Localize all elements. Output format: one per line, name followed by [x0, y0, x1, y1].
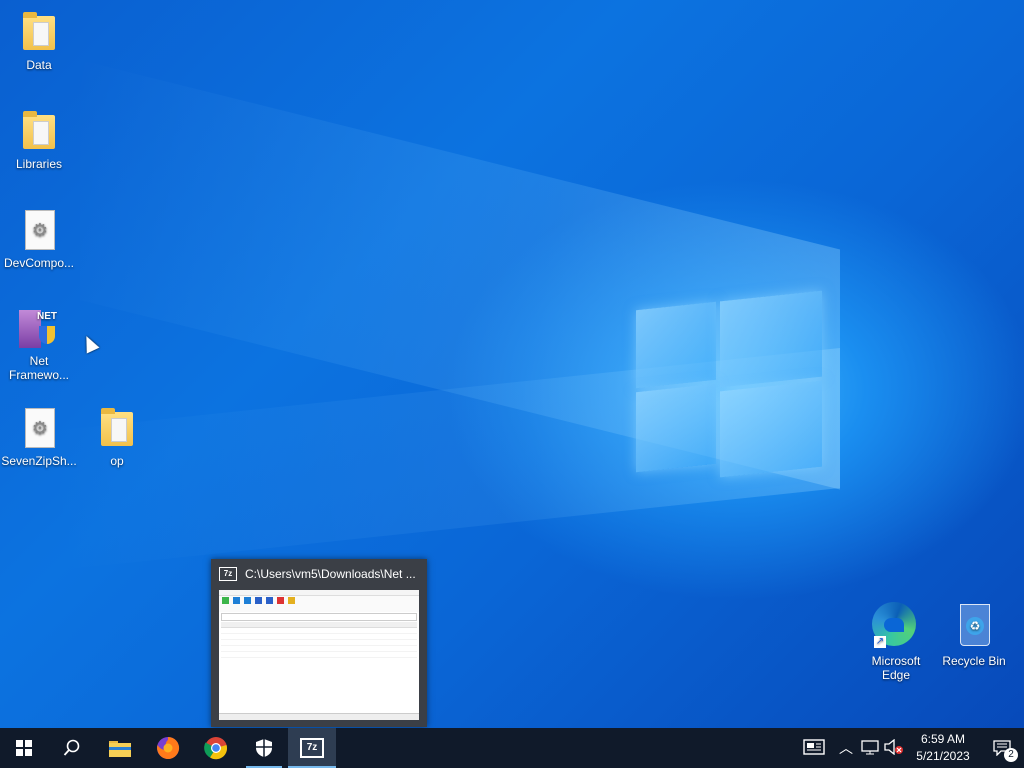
- start-button[interactable]: [0, 728, 48, 768]
- volume-button[interactable]: [882, 738, 906, 758]
- news-button[interactable]: [794, 738, 834, 758]
- search-icon: [63, 739, 80, 756]
- show-hidden-icons-button[interactable]: ︿: [834, 738, 858, 758]
- shortcut-arrow-icon: ↗: [874, 636, 886, 648]
- 7zip-taskbar-button[interactable]: 7z: [288, 728, 336, 768]
- edge-icon: ↗: [872, 602, 920, 650]
- desktop-icon-label: Net Framewo...: [8, 354, 69, 382]
- thumbnail-window-preview: [219, 590, 419, 720]
- folder-icon: [97, 406, 137, 450]
- desktop-icon-recycle-bin[interactable]: ♻ Recycle Bin: [935, 602, 1013, 668]
- network-button[interactable]: [858, 739, 882, 758]
- desktop-icon-microsoft-edge[interactable]: ↗ Microsoft Edge: [857, 602, 935, 682]
- taskbar: 7z ︿ 6:59 AM 5/21/2023 2: [0, 728, 1024, 768]
- 7zip-app-icon: 7z: [219, 567, 237, 581]
- search-button[interactable]: [48, 728, 96, 768]
- network-icon: [861, 739, 879, 754]
- firefox-icon: [157, 736, 180, 759]
- chrome-icon: [204, 737, 228, 760]
- desktop-icon-label: SevenZipSh...: [1, 454, 77, 468]
- action-center-button[interactable]: 2: [980, 728, 1024, 768]
- recycle-bin-icon: ♻: [952, 602, 996, 650]
- clock-date: 5/21/2023: [916, 749, 970, 763]
- desktop-icon-sevenzipsh[interactable]: ⚙ SevenZipSh...: [0, 406, 78, 468]
- chrome-button[interactable]: [192, 728, 240, 768]
- desktop-icon-devcomponents[interactable]: ⚙ DevCompo...: [0, 208, 78, 270]
- settings-file-icon: ⚙: [19, 406, 59, 450]
- desktop-icon-label: DevCompo...: [3, 256, 75, 270]
- file-explorer-icon: [109, 741, 131, 757]
- desktop-icon-label: Microsoft Edge: [871, 654, 921, 682]
- net-installer-icon: NET: [19, 306, 59, 350]
- system-tray: ︿ 6:59 AM 5/21/2023 2: [794, 728, 1024, 768]
- folder-icon: [19, 10, 59, 54]
- thumbnail-title: C:\Users\vm5\Downloads\Net ...: [245, 567, 416, 581]
- desktop-icon-label: Recycle Bin: [942, 654, 1006, 668]
- desktop-icon-data[interactable]: Data: [0, 10, 78, 72]
- windows-logo-wallpaper: [636, 290, 822, 480]
- thumbnail-header: 7z C:\Users\vm5\Downloads\Net ...: [211, 559, 427, 589]
- chevron-up-icon: ︿: [839, 740, 853, 756]
- clock-time: 6:59 AM: [920, 732, 966, 746]
- clock[interactable]: 6:59 AM 5/21/2023: [906, 731, 980, 765]
- notification-count-badge: 2: [1004, 748, 1018, 762]
- news-icon: [803, 738, 825, 755]
- taskbar-thumbnail-preview[interactable]: 7z C:\Users\vm5\Downloads\Net ...: [211, 559, 427, 727]
- windows-security-button[interactable]: [240, 728, 288, 768]
- firefox-button[interactable]: [144, 728, 192, 768]
- desktop-icon-libraries[interactable]: Libraries: [0, 109, 78, 171]
- speaker-muted-icon: [884, 738, 903, 755]
- shield-icon: [256, 739, 272, 757]
- 7zip-app-icon: 7z: [300, 738, 324, 758]
- desktop-icon-label: op: [110, 454, 124, 468]
- file-explorer-button[interactable]: [96, 728, 144, 768]
- settings-file-icon: ⚙: [19, 208, 59, 252]
- libraries-folder-icon: [19, 109, 59, 153]
- desktop-icon-net-framework[interactable]: NET Net Framewo...: [0, 306, 78, 382]
- desktop-icon-label: Data: [26, 58, 52, 72]
- desktop-icon-op[interactable]: op: [78, 406, 156, 468]
- windows-icon: [16, 740, 32, 756]
- desktop-icon-label: Libraries: [15, 157, 63, 171]
